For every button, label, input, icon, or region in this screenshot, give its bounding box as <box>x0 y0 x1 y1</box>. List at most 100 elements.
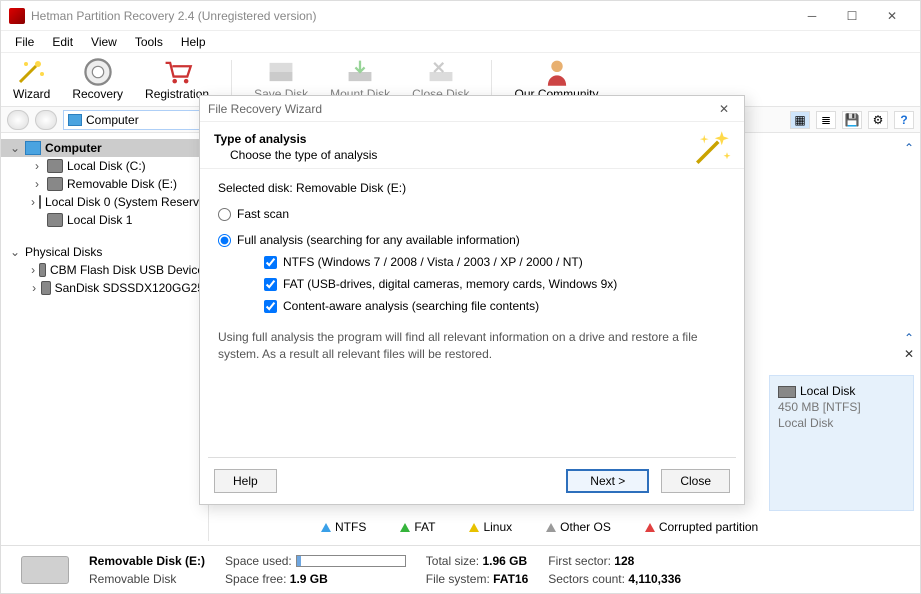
nav-back-button[interactable] <box>7 110 29 130</box>
fast-scan-radio[interactable] <box>218 208 231 221</box>
address-field[interactable]: Computer <box>63 110 203 130</box>
triangle-icon <box>400 523 410 532</box>
close-window-button[interactable]: ✕ <box>872 2 912 30</box>
disk-icon <box>47 213 63 227</box>
fat-checkbox[interactable] <box>264 278 277 291</box>
help-button[interactable]: ? <box>894 111 914 129</box>
collapse-icon[interactable]: ⌄ <box>9 141 21 155</box>
legend-corrupted: Corrupted partition <box>645 520 758 534</box>
settings-button[interactable]: ⚙ <box>868 111 888 129</box>
disk-type: Local Disk <box>778 416 905 430</box>
device-tree: ⌄ Computer ›Local Disk (C:) › Removable D… <box>1 135 209 541</box>
legend-other: Other OS <box>546 520 611 534</box>
ntfs-checkbox[interactable] <box>264 256 277 269</box>
app-icon <box>9 8 25 24</box>
menu-view[interactable]: View <box>83 33 125 51</box>
file-recovery-wizard-dialog: File Recovery Wizard ✕ Type of analysis … <box>199 95 745 505</box>
content-aware-option[interactable]: Content-aware analysis (searching file c… <box>264 299 726 313</box>
legend-fat: FAT <box>400 520 435 534</box>
tree-computer[interactable]: ⌄ Computer <box>1 139 208 157</box>
disk-size: 450 MB [NTFS] <box>778 400 905 414</box>
disk-icon <box>41 281 50 295</box>
address-text: Computer <box>86 113 139 127</box>
tree-item[interactable]: › SanDisk SDSSDX120GG25 <box>1 279 208 297</box>
file-system-label: File system: <box>426 572 490 586</box>
tree-item-label: Local Disk 0 (System Reserved) <box>45 195 209 209</box>
minimize-button[interactable]: ─ <box>792 2 832 30</box>
tree-item-label: SanDisk SDSSDX120GG25 <box>55 281 204 295</box>
disk-icon <box>47 159 63 173</box>
tree-physical-disks[interactable]: ⌄ Physical Disks <box>1 243 208 261</box>
selected-disk-info: Selected disk: Removable Disk (E:) <box>218 181 726 195</box>
close-panel-icon[interactable]: ✕ <box>904 347 914 361</box>
help-button[interactable]: Help <box>214 469 277 493</box>
collapse-icon[interactable]: ⌄ <box>9 245 21 259</box>
menu-file[interactable]: File <box>7 33 42 51</box>
disk-icon <box>39 263 46 277</box>
lifebuoy-icon <box>82 58 114 86</box>
partition-legend: NTFS FAT Linux Other OS Corrupted partit… <box>221 515 914 539</box>
tree-item-label: CBM Flash Disk USB Device <box>50 263 204 277</box>
space-used-bar <box>296 555 406 567</box>
space-free-value: 1.9 GB <box>290 572 328 586</box>
expand-icon[interactable]: › <box>31 281 37 295</box>
fat-label: FAT (USB-drives, digital cameras, memory… <box>283 277 617 291</box>
save-disk-icon <box>265 58 297 86</box>
fat-option[interactable]: FAT (USB-drives, digital cameras, memory… <box>264 277 726 291</box>
full-analysis-option[interactable]: Full analysis (searching for any availab… <box>218 233 726 247</box>
disk-info-panel: Local Disk 450 MB [NTFS] Local Disk <box>769 375 914 511</box>
view-thumbnails-button[interactable]: ▦ <box>790 111 810 129</box>
next-button[interactable]: Next > <box>566 469 649 493</box>
window-title: Hetman Partition Recovery 2.4 (Unregiste… <box>31 9 792 23</box>
expand-icon[interactable]: › <box>31 177 43 191</box>
tree-item[interactable]: Local Disk 1 <box>1 211 208 229</box>
space-free-label: Space free: <box>225 572 286 586</box>
recovery-button[interactable]: Recovery <box>72 58 123 101</box>
expand-icon[interactable]: › <box>31 159 43 173</box>
analysis-description: Using full analysis the program will fin… <box>218 329 726 363</box>
collapse-panel-icon[interactable]: ⌃ <box>904 141 914 155</box>
view-list-button[interactable]: ≣ <box>816 111 836 129</box>
fast-scan-option[interactable]: Fast scan <box>218 207 726 221</box>
close-button[interactable]: Close <box>661 469 730 493</box>
triangle-icon <box>546 523 556 532</box>
expand-icon[interactable]: › <box>31 263 35 277</box>
content-aware-checkbox[interactable] <box>264 300 277 313</box>
space-used-label: Space used: <box>225 554 292 568</box>
triangle-icon <box>469 523 479 532</box>
dialog-close-button[interactable]: ✕ <box>712 102 736 116</box>
collapse-panel-icon[interactable]: ⌃ <box>904 331 914 345</box>
maximize-button[interactable]: ☐ <box>832 2 872 30</box>
expand-icon[interactable]: › <box>31 195 35 209</box>
ntfs-option[interactable]: NTFS (Windows 7 / 2008 / Vista / 2003 / … <box>264 255 726 269</box>
menu-edit[interactable]: Edit <box>44 33 81 51</box>
legend-linux: Linux <box>469 520 512 534</box>
full-analysis-radio[interactable] <box>218 234 231 247</box>
total-size-label: Total size: <box>426 554 479 568</box>
triangle-icon <box>645 523 655 532</box>
tree-item-label: Removable Disk (E:) <box>67 177 177 191</box>
tree-item[interactable]: ›Local Disk (C:) <box>1 157 208 175</box>
tree-computer-label: Computer <box>45 141 102 155</box>
toolbar-separator <box>231 60 232 100</box>
nav-forward-button[interactable] <box>35 110 57 130</box>
cart-icon <box>161 58 193 86</box>
save-button[interactable]: 💾 <box>842 111 862 129</box>
sectors-count-label: Sectors count: <box>548 572 625 586</box>
tree-item[interactable]: › CBM Flash Disk USB Device <box>1 261 208 279</box>
menu-tools[interactable]: Tools <box>127 33 171 51</box>
dialog-body: Selected disk: Removable Disk (E:) Fast … <box>200 169 744 457</box>
mount-disk-icon <box>344 58 376 86</box>
disk-name: Local Disk <box>800 384 855 398</box>
disk-icon <box>778 386 796 398</box>
tree-item[interactable]: › Removable Disk (E:) <box>1 175 208 193</box>
triangle-icon <box>321 523 331 532</box>
disk-icon <box>21 556 69 584</box>
wizard-button[interactable]: Wizard <box>13 58 50 101</box>
tree-item[interactable]: › Local Disk 0 (System Reserved) <box>1 193 208 211</box>
dialog-titlebar: File Recovery Wizard ✕ <box>200 96 744 122</box>
titlebar: Hetman Partition Recovery 2.4 (Unregiste… <box>1 1 920 31</box>
menu-help[interactable]: Help <box>173 33 214 51</box>
sectors-count-value: 4,110,336 <box>628 572 681 586</box>
wizard-label: Wizard <box>13 87 50 101</box>
